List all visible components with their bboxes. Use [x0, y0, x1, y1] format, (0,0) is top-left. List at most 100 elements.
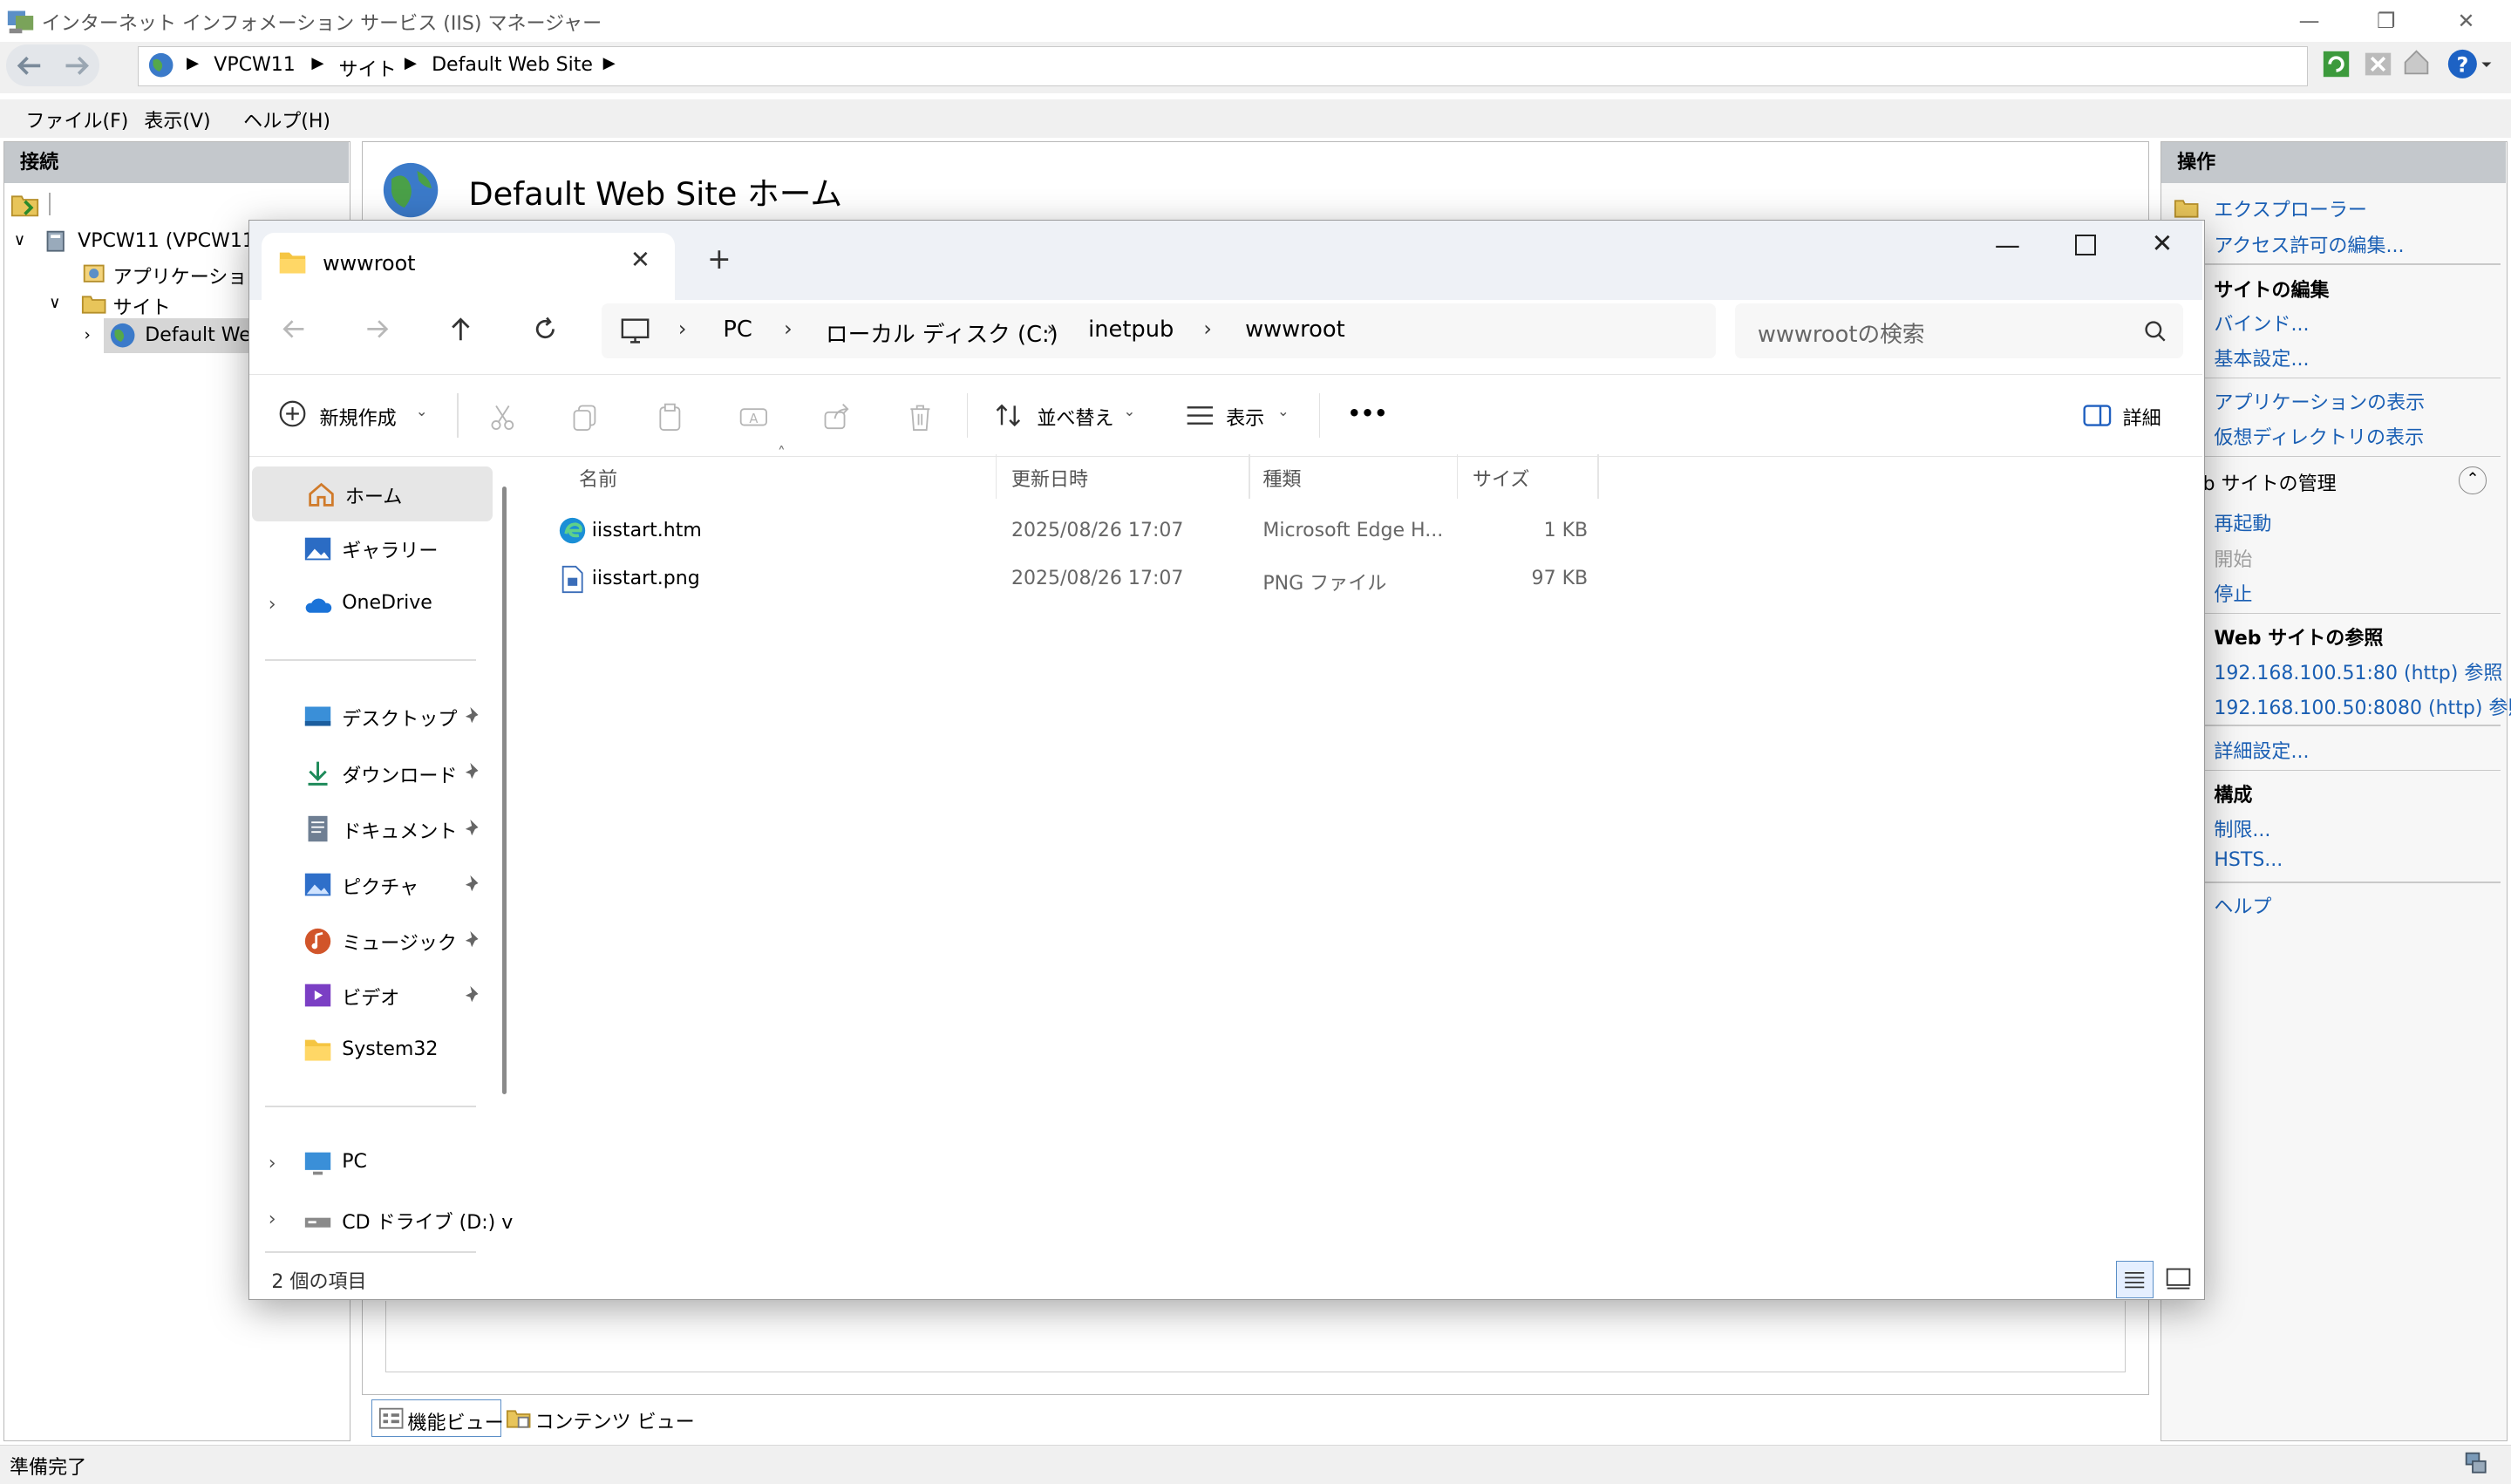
cut-icon[interactable] — [487, 401, 519, 433]
home-icon[interactable] — [2402, 48, 2431, 77]
nav-pictures[interactable]: ピクチャ — [249, 858, 490, 912]
details-button[interactable]: 詳細 — [2123, 403, 2161, 431]
collapse-section-icon[interactable]: ⌃ — [2459, 466, 2487, 494]
rename-icon[interactable]: A — [738, 401, 770, 433]
connect-folder-icon[interactable] — [10, 190, 39, 219]
search-input[interactable]: wwwrootの検索 — [1735, 303, 2184, 358]
forward-arrow-icon[interactable] — [361, 313, 393, 345]
iis-address-bar[interactable]: ▶ VPCW11 ▶ サイト ▶ Default Web Site ▶ — [137, 46, 2308, 87]
new-button[interactable]: 新規作成 — [320, 403, 397, 431]
breadcrumb-item[interactable]: wwwroot — [1245, 317, 1345, 343]
nav-desktop[interactable]: デスクトップ — [249, 690, 490, 744]
breadcrumb-item[interactable]: PC — [723, 317, 752, 343]
menu-help[interactable]: ヘルプ(H) — [243, 106, 330, 133]
forward-arrow-icon[interactable] — [61, 50, 93, 82]
refresh-icon[interactable] — [2322, 50, 2351, 78]
collapse-icon[interactable]: ∨ — [14, 231, 25, 249]
help-icon[interactable]: ? — [2446, 48, 2492, 80]
explorer-maximize-button[interactable] — [2074, 235, 2096, 256]
breadcrumb-item[interactable]: inetpub — [1088, 317, 1174, 343]
action-stop[interactable]: 停止 — [2214, 579, 2252, 607]
pin-icon[interactable] — [464, 705, 483, 725]
action-help[interactable]: ヘルプ — [2214, 891, 2271, 919]
tree-sites[interactable]: サイト — [113, 292, 171, 320]
address-crumb[interactable]: サイト — [339, 54, 397, 82]
action-limits[interactable]: 制限... — [2214, 814, 2270, 842]
address-crumb[interactable]: VPCW11 — [214, 54, 296, 76]
nav-gallery[interactable]: ギャラリー — [249, 521, 490, 575]
stop-icon[interactable] — [2364, 50, 2392, 78]
pin-icon[interactable] — [464, 984, 483, 1004]
column-type[interactable]: 種類 — [1262, 464, 1301, 492]
pin-icon[interactable] — [464, 761, 483, 780]
iis-restore-button[interactable]: ❐ — [2351, 3, 2421, 38]
action-view-applications[interactable]: アプリケーションの表示 — [2214, 387, 2425, 415]
expand-icon[interactable]: › — [85, 326, 91, 344]
nav-system32[interactable]: System32 — [249, 1025, 490, 1079]
copy-icon[interactable] — [569, 401, 602, 433]
action-bindings[interactable]: バインド... — [2214, 309, 2309, 337]
nav-documents[interactable]: ドキュメント — [249, 801, 490, 855]
column-size[interactable]: サイズ — [1473, 464, 1529, 492]
explorer-tab[interactable]: wwwroot ✕ — [262, 233, 676, 301]
menu-view[interactable]: 表示(V) — [144, 106, 210, 133]
explorer-close-button[interactable]: ✕ — [2152, 228, 2174, 258]
action-view-virtual-dirs[interactable]: 仮想ディレクトリの表示 — [2214, 422, 2424, 450]
delete-icon[interactable] — [904, 401, 936, 433]
column-separator[interactable] — [1248, 453, 1250, 500]
tiles-view-icon[interactable] — [2164, 1264, 2193, 1293]
action-advanced-settings[interactable]: 詳細設定... — [2214, 736, 2309, 764]
nav-scrollbar[interactable] — [501, 486, 507, 1095]
search-icon[interactable] — [2142, 318, 2167, 344]
collapse-icon[interactable]: ∨ — [49, 294, 60, 312]
pin-icon[interactable] — [464, 818, 483, 837]
sort-button[interactable]: 並べ替え — [1037, 403, 1113, 431]
tree-server[interactable]: VPCW11 (VPCW11 — [78, 230, 255, 252]
tab-features-view[interactable]: 機能ビュー — [371, 1399, 504, 1437]
action-browse-80[interactable]: 192.168.100.51:80 (http) 参照 — [2214, 657, 2502, 685]
column-separator[interactable] — [1597, 453, 1600, 500]
nav-music[interactable]: ミュージック — [249, 914, 490, 968]
view-button[interactable]: 表示 — [1226, 403, 1264, 431]
share-icon[interactable] — [820, 401, 853, 433]
pin-icon[interactable] — [464, 929, 483, 949]
action-start[interactable]: 開始 — [2214, 544, 2252, 572]
tab-content-view[interactable]: コンテンツ ビュー — [503, 1399, 695, 1434]
nav-cd-drive[interactable]: › CD ドライブ (D:) v — [249, 1192, 514, 1246]
nav-home[interactable]: ホーム — [252, 466, 493, 521]
back-arrow-icon[interactable] — [13, 50, 45, 82]
more-options-button[interactable]: ••• — [1348, 401, 1388, 425]
nav-videos[interactable]: ビデオ — [249, 968, 490, 1022]
action-hsts[interactable]: HSTS... — [2214, 849, 2283, 871]
action-restart[interactable]: 再起動 — [2214, 508, 2271, 536]
breadcrumb[interactable]: › PC › ローカル ディスク (C:) › inetpub › wwwroo… — [601, 303, 1717, 358]
pin-icon[interactable] — [464, 874, 483, 893]
paste-icon[interactable] — [654, 401, 686, 433]
menu-file[interactable]: ファイル(F) — [25, 106, 128, 133]
chevron-right-icon[interactable]: › — [269, 1153, 288, 1174]
up-arrow-icon[interactable] — [445, 313, 477, 345]
column-modified[interactable]: 更新日時 — [1011, 464, 1088, 492]
nav-onedrive[interactable]: › OneDrive — [249, 577, 490, 631]
iis-close-button[interactable]: ✕ — [2431, 3, 2501, 38]
file-row[interactable]: iisstart.png 2025/08/26 17:07 PNG ファイル 9… — [554, 556, 1882, 604]
tree-default-site[interactable]: Default We — [145, 324, 251, 346]
column-separator[interactable] — [1456, 453, 1459, 500]
nav-pc[interactable]: › PC — [249, 1136, 490, 1190]
chevron-right-icon[interactable]: › — [269, 594, 288, 616]
breadcrumb-item[interactable]: ローカル ディスク (C:) — [826, 317, 1058, 349]
iis-minimize-button[interactable]: — — [2274, 3, 2344, 38]
file-row[interactable]: iisstart.htm 2025/08/26 17:07 Microsoft … — [554, 508, 1882, 556]
column-name[interactable]: 名前 — [579, 464, 617, 492]
action-edit-permissions[interactable]: アクセス許可の編集... — [2214, 230, 2404, 258]
nav-downloads[interactable]: ダウンロード — [249, 745, 490, 800]
explorer-minimize-button[interactable]: — — [1995, 230, 2020, 260]
column-separator[interactable] — [995, 453, 997, 500]
address-crumb[interactable]: Default Web Site — [432, 54, 593, 76]
new-tab-button[interactable]: + — [707, 242, 732, 276]
action-basic-settings[interactable]: 基本設定... — [2214, 344, 2309, 371]
action-explore[interactable]: エクスプローラー — [2214, 194, 2367, 222]
action-browse-8080[interactable]: 192.168.100.50:8080 (http) 参照 — [2214, 692, 2511, 720]
back-arrow-icon[interactable] — [278, 313, 310, 345]
chevron-right-icon[interactable]: › — [269, 1208, 288, 1230]
